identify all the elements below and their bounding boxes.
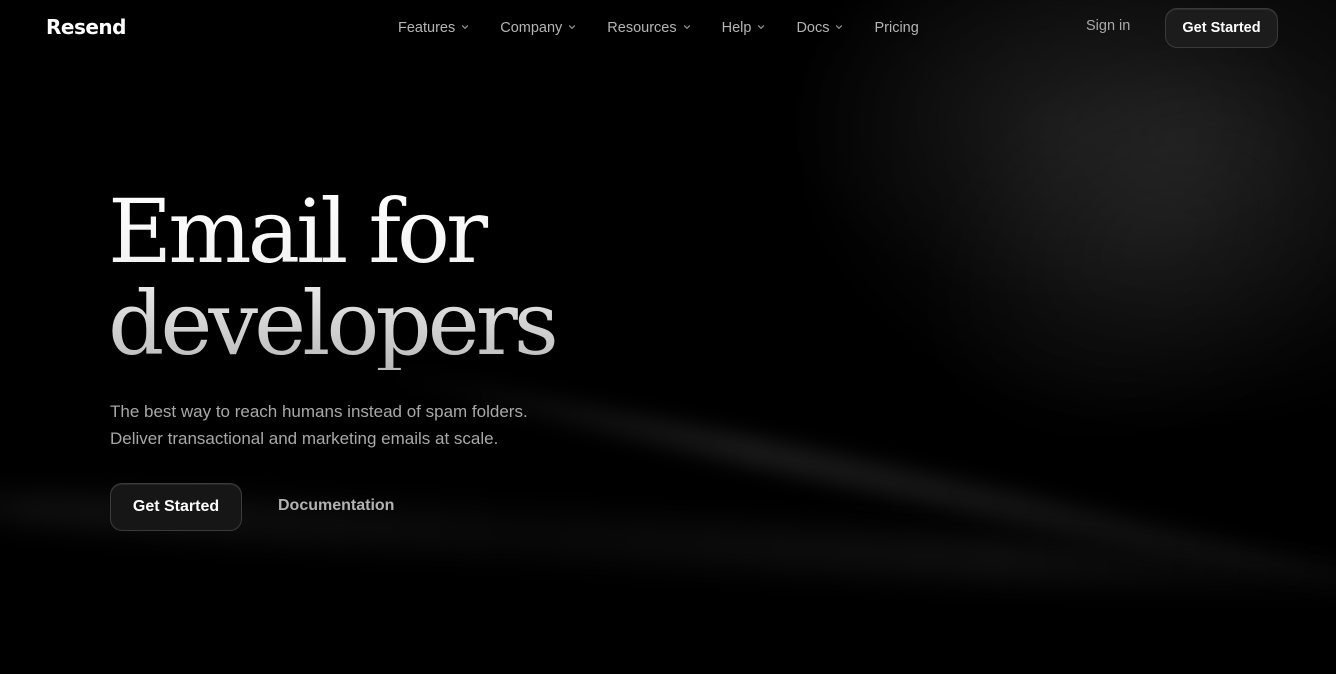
- header-get-started-button[interactable]: Get Started: [1165, 8, 1278, 48]
- nav-item-docs[interactable]: Docs: [796, 20, 844, 36]
- nav-item-label: Company: [500, 20, 563, 36]
- chevron-down-icon: [460, 22, 470, 32]
- light-beam-diagonal: [368, 355, 1336, 615]
- chevron-down-icon: [682, 22, 692, 32]
- nav-item-label: Pricing: [874, 20, 919, 36]
- nav-item-label: Features: [398, 20, 456, 36]
- nav-item-label: Help: [721, 20, 752, 36]
- nav-item-resources[interactable]: Resources: [607, 20, 691, 36]
- nav-item-pricing[interactable]: Pricing: [874, 20, 918, 36]
- nav-item-features[interactable]: Features: [398, 20, 470, 36]
- hero-subtitle: The best way to reach humans instead of …: [110, 398, 710, 452]
- chevron-down-icon: [834, 22, 844, 32]
- hero-title-line-2: developers: [108, 272, 555, 375]
- hero-subtitle-line-1: The best way to reach humans instead of …: [110, 402, 528, 421]
- main-nav: Features Company Resources Help Docs Pri…: [398, 18, 919, 38]
- hero-get-started-button[interactable]: Get Started: [110, 483, 242, 531]
- chevron-down-icon: [756, 22, 766, 32]
- nav-item-label: Resources: [607, 20, 677, 36]
- hero-subtitle-line-2: Deliver transactional and marketing emai…: [110, 429, 499, 448]
- chevron-down-icon: [567, 22, 577, 32]
- resend-logo[interactable]: Resend: [46, 15, 127, 39]
- nav-item-label: Docs: [796, 20, 830, 36]
- nav-item-company[interactable]: Company: [500, 20, 577, 36]
- light-beam-top: [844, 0, 1336, 526]
- hero-title-line-1: Email for: [108, 180, 485, 283]
- hero-title: Email for developers: [108, 186, 808, 370]
- sign-in-link[interactable]: Sign in: [1086, 18, 1130, 34]
- documentation-link[interactable]: Documentation: [278, 497, 394, 515]
- nav-item-help[interactable]: Help: [722, 20, 767, 36]
- site-header: Resend Features Company Resources Help D…: [0, 0, 1336, 56]
